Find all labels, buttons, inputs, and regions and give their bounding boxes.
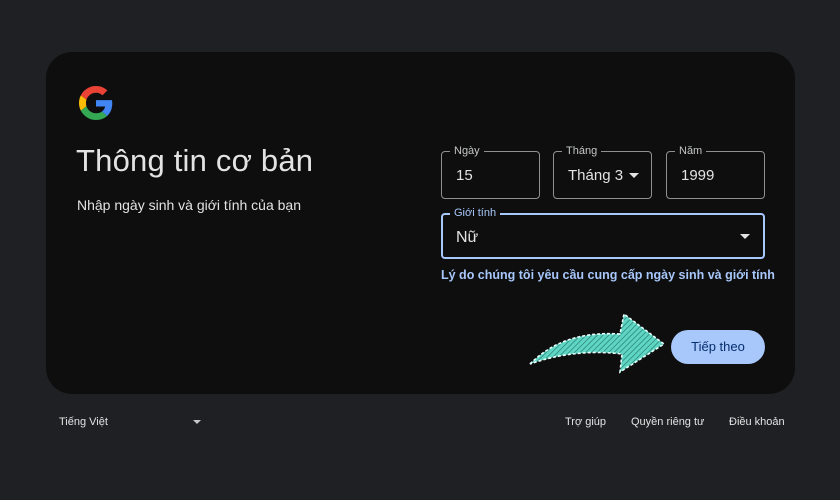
curved-arrow-icon bbox=[529, 312, 666, 374]
gender-select[interactable]: Giới tính Nữ bbox=[441, 206, 765, 259]
month-select[interactable]: Tháng Tháng 3 bbox=[553, 144, 652, 199]
caret-down-icon bbox=[740, 234, 750, 239]
why-birthday-gender-link[interactable]: Lý do chúng tôi yêu cầu cung cấp ngày si… bbox=[441, 268, 775, 282]
caret-down-icon bbox=[629, 173, 639, 178]
page-title: Thông tin cơ bản bbox=[76, 143, 314, 178]
month-label: Tháng bbox=[562, 144, 602, 158]
year-value: 1999 bbox=[681, 167, 715, 184]
day-value: 15 bbox=[456, 167, 473, 184]
year-label: Năm bbox=[675, 144, 707, 158]
caret-down-icon[interactable] bbox=[193, 420, 201, 424]
language-select[interactable]: Tiếng Việt bbox=[59, 416, 108, 428]
page-subtitle: Nhập ngày sinh và giới tính của bạn bbox=[77, 197, 301, 213]
day-label: Ngày bbox=[450, 144, 484, 158]
privacy-link[interactable]: Quyền riêng tư bbox=[631, 416, 704, 428]
day-input[interactable]: Ngày 15 bbox=[441, 144, 540, 199]
year-input[interactable]: Năm 1999 bbox=[666, 144, 765, 199]
next-button[interactable]: Tiếp theo bbox=[671, 330, 765, 364]
gender-label: Giới tính bbox=[450, 206, 501, 220]
terms-link[interactable]: Điều khoản bbox=[729, 416, 785, 428]
gender-value: Nữ bbox=[456, 229, 479, 246]
month-value: Tháng 3 bbox=[568, 167, 624, 184]
google-logo-icon bbox=[79, 86, 113, 120]
help-link[interactable]: Trợ giúp bbox=[565, 416, 606, 428]
